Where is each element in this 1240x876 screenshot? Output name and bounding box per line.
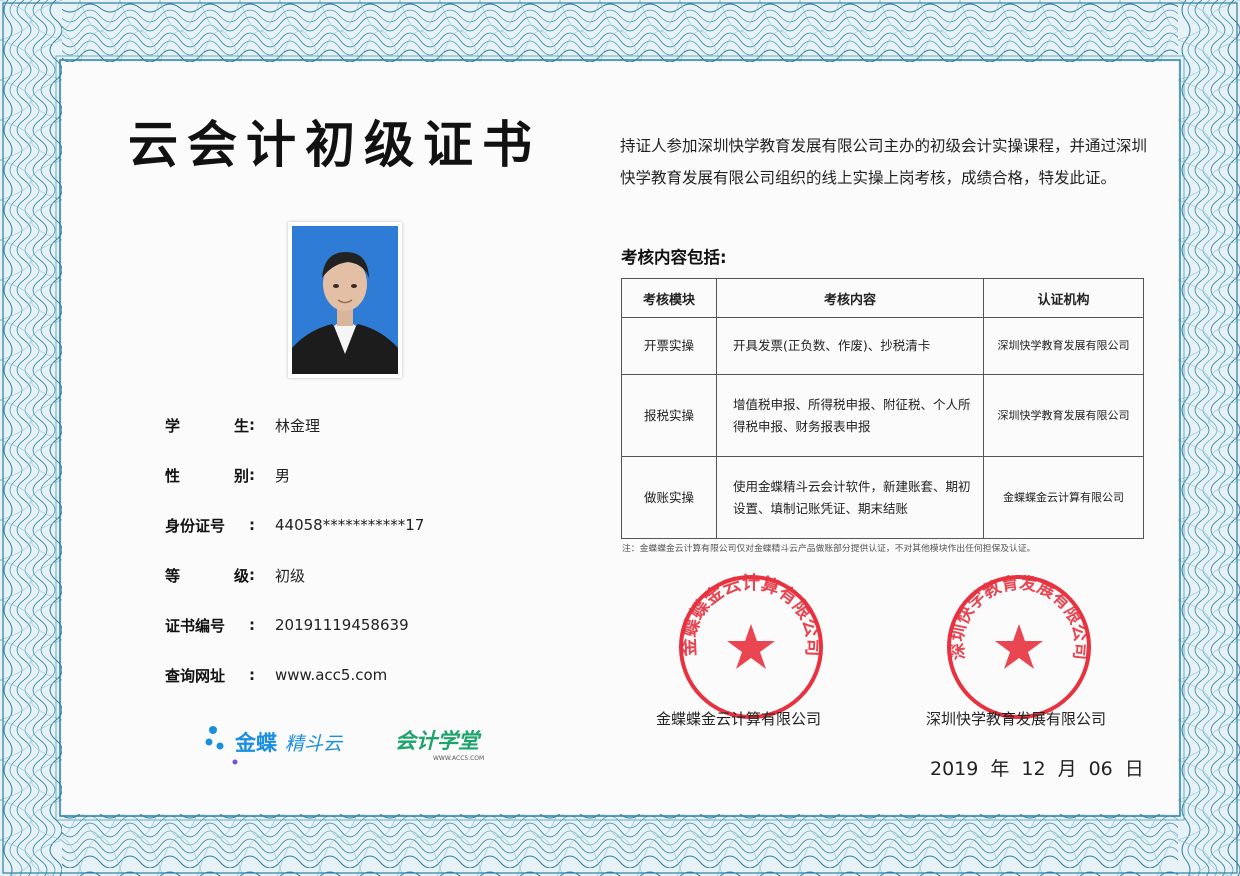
date-year-unit: 年 bbox=[990, 758, 1010, 780]
info-colon: : bbox=[249, 416, 255, 434]
table-header-row: 考核模块 考核内容 认证机构 bbox=[621, 278, 1144, 318]
student-photo bbox=[288, 222, 402, 378]
info-label-cert-number: 证书编号 bbox=[165, 616, 226, 635]
certificate-title: 云会计初级证书 bbox=[128, 116, 541, 174]
intro-text: 持证人参加深圳快学教育发展有限公司主办的初级会计实操课程，并通过深圳快学教育发展… bbox=[620, 137, 1148, 187]
info-label-id: 身份证号 bbox=[165, 516, 226, 535]
date-day-unit: 日 bbox=[1124, 758, 1144, 780]
student-id-number: 44058***********17 bbox=[275, 516, 425, 534]
certificate: 云会计初级证书 学生 : 林金理 性别 : 男 身份证号 : 44058****… bbox=[0, 0, 1240, 876]
table-row: 做账实操 使用金蝶精斗云会计软件，新建账套、期初设置、填制记账凭证、期末结账 金… bbox=[621, 456, 1144, 539]
info-colon: : bbox=[249, 666, 255, 684]
student-level: 初级 bbox=[275, 566, 306, 585]
svg-text:WWW.ACC5.COM: WWW.ACC5.COM bbox=[433, 755, 484, 762]
cell-org: 深圳快学教育发展有限公司 bbox=[983, 374, 1144, 457]
header-module: 考核模块 bbox=[621, 278, 717, 318]
seal-stamp-kuaixue: 深圳快学教育发展有限公司 bbox=[944, 572, 1094, 722]
cell-module: 做账实操 bbox=[621, 456, 717, 539]
info-colon: : bbox=[249, 516, 255, 534]
disclaimer-note: 注：金蝶蝶金云计算有限公司仅对金蝶精斗云产品做账部分提供认证，不对其他模块作出任… bbox=[622, 544, 1036, 554]
table-row: 报税实操 增值税申报、所得税申报、附征税、个人所得税申报、财务报表申报 深圳快学… bbox=[621, 374, 1144, 457]
info-colon: : bbox=[249, 466, 255, 484]
certificate-number: 20191119458639 bbox=[275, 616, 409, 634]
date-day: 06 bbox=[1088, 758, 1113, 780]
cell-content: 开具发票(正负数、作废)、抄税清卡 bbox=[716, 317, 984, 375]
acc5-logo-icon: 会计学堂 WWW.ACC5.COM bbox=[395, 729, 484, 762]
info-colon: : bbox=[249, 616, 255, 634]
date-month: 12 bbox=[1021, 758, 1046, 780]
info-label-gender: 性别 bbox=[165, 466, 249, 485]
info-label-student: 学生 bbox=[165, 416, 249, 435]
cell-content: 使用金蝶精斗云会计软件，新建账套、期初设置、填制记账凭证、期末结账 bbox=[716, 456, 984, 539]
info-colon: : bbox=[249, 566, 255, 584]
cell-module: 报税实操 bbox=[621, 374, 717, 457]
cell-content: 增值税申报、所得税申报、附征税、个人所得税申报、财务报表申报 bbox=[716, 374, 984, 457]
issuer-name-kingdee: 金蝶蝶金云计算有限公司 bbox=[656, 710, 822, 728]
exam-heading: 考核内容包括: bbox=[621, 248, 727, 267]
exam-table: 考核模块 考核内容 认证机构 开票实操 开具发票(正负数、作废)、抄税清卡 深圳… bbox=[621, 278, 1144, 539]
issuer-name-kuaixue: 深圳快学教育发展有限公司 bbox=[926, 710, 1107, 728]
sponsor-logos: 金蝶 精斗云 会计学堂 WWW.ACC5.COM bbox=[205, 722, 525, 770]
cell-module: 开票实操 bbox=[621, 317, 717, 375]
info-row-student: 学生 : 林金理 bbox=[165, 400, 585, 450]
info-label-level: 等级 bbox=[165, 566, 249, 585]
query-url: www.acc5.com bbox=[275, 666, 388, 684]
header-org: 认证机构 bbox=[983, 278, 1144, 318]
kingdee-logo-icon: 金蝶 精斗云 bbox=[205, 726, 344, 765]
student-name: 林金理 bbox=[275, 416, 321, 435]
svg-text:金蝶: 金蝶 bbox=[234, 731, 278, 755]
info-row-query-url: 查询网址 : www.acc5.com bbox=[165, 650, 585, 700]
seal-stamp-kingdee: 金蝶蝶金云计算有限公司 bbox=[676, 572, 826, 722]
student-info: 学生 : 林金理 性别 : 男 身份证号 : 44058***********1… bbox=[165, 400, 585, 700]
date-month-unit: 月 bbox=[1057, 758, 1077, 780]
date-year: 2019 bbox=[930, 758, 979, 780]
info-row-gender: 性别 : 男 bbox=[165, 450, 585, 500]
svg-text:精斗云: 精斗云 bbox=[285, 733, 344, 755]
cell-org: 深圳快学教育发展有限公司 bbox=[983, 317, 1144, 375]
header-content: 考核内容 bbox=[716, 278, 984, 318]
student-gender: 男 bbox=[275, 466, 291, 485]
cell-org: 金蝶蝶金云计算有限公司 bbox=[983, 456, 1144, 539]
table-row: 开票实操 开具发票(正负数、作废)、抄税清卡 深圳快学教育发展有限公司 bbox=[621, 317, 1144, 375]
svg-text:会计学堂: 会计学堂 bbox=[395, 729, 482, 753]
issue-date: 2019 年 12 月 06 日 bbox=[930, 754, 1144, 781]
info-label-query-url: 查询网址 bbox=[165, 666, 226, 685]
info-row-level: 等级 : 初级 bbox=[165, 550, 585, 600]
info-row-cert-number: 证书编号 : 20191119458639 bbox=[165, 600, 585, 650]
info-row-id: 身份证号 : 44058***********17 bbox=[165, 500, 585, 550]
